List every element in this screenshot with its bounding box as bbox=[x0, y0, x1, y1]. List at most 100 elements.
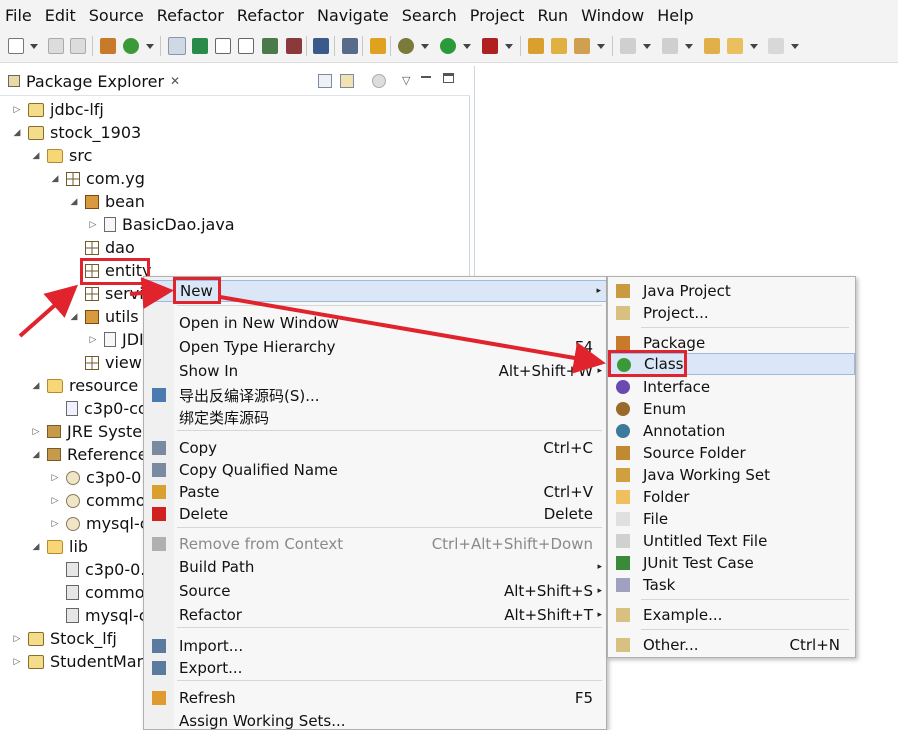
tree-item[interactable]: ▷ c3p0-0.9 bbox=[48, 466, 157, 489]
tree-item[interactable]: c3p0-0.9 bbox=[48, 558, 156, 581]
submenu-item[interactable]: Java Working Set bbox=[608, 464, 855, 486]
submenu-item[interactable]: Java Project bbox=[608, 280, 855, 302]
perspective-icon[interactable] bbox=[262, 38, 278, 54]
context-menu-item[interactable]: Paste Ctrl+V bbox=[144, 481, 606, 503]
tree-item[interactable]: ▷ StudentMana bbox=[10, 650, 157, 673]
menu-project[interactable]: Project bbox=[470, 6, 525, 25]
external-tools-icon[interactable] bbox=[482, 38, 498, 54]
tree-item[interactable]: ◢ Referenced bbox=[29, 443, 158, 466]
menu-help[interactable]: Help bbox=[657, 6, 693, 25]
bug-icon[interactable] bbox=[398, 38, 414, 54]
context-menu-item[interactable]: Refresh F5 bbox=[144, 687, 606, 709]
pen-icon[interactable] bbox=[342, 38, 358, 54]
submenu-item[interactable]: Project... bbox=[608, 302, 855, 324]
submenu-item[interactable]: Enum bbox=[608, 398, 855, 420]
view-menu-icon[interactable]: ▽ bbox=[402, 74, 410, 87]
twisty-icon[interactable]: ▷ bbox=[10, 634, 24, 644]
context-menu-item[interactable]: Remove from Context Ctrl+Alt+Shift+Down bbox=[144, 533, 606, 555]
collapse-all-icon[interactable] bbox=[318, 74, 332, 88]
twisty-icon[interactable]: ▷ bbox=[86, 220, 100, 230]
open-type-icon[interactable] bbox=[528, 38, 544, 54]
context-menu-item[interactable]: Open in New Window bbox=[144, 312, 606, 334]
twisty-icon[interactable]: ◢ bbox=[29, 151, 43, 161]
twisty-icon[interactable]: ▷ bbox=[48, 496, 62, 506]
submenu-item[interactable]: Annotation bbox=[608, 420, 855, 442]
tree-item[interactable]: ▷ mysql-c bbox=[48, 512, 149, 535]
submenu-item[interactable]: File bbox=[608, 508, 855, 530]
tab-package-explorer[interactable]: Package Explorer ✕ bbox=[0, 66, 180, 96]
twisty-icon[interactable]: ▷ bbox=[48, 519, 62, 529]
tree-item[interactable]: ◢ lib bbox=[29, 535, 89, 558]
tree-item[interactable]: dao bbox=[67, 236, 135, 259]
tree-item[interactable]: servic bbox=[67, 282, 152, 305]
info-icon[interactable] bbox=[215, 38, 231, 54]
context-menu-item[interactable]: Copy Ctrl+C bbox=[144, 437, 606, 459]
submenu-item[interactable]: Other... Ctrl+N bbox=[608, 634, 855, 656]
toggle-icon[interactable] bbox=[168, 37, 186, 55]
debug-perspective-icon[interactable] bbox=[286, 38, 302, 54]
new-package-icon[interactable] bbox=[100, 38, 116, 54]
chevron-down-icon[interactable] bbox=[463, 44, 471, 49]
menu-edit[interactable]: Edit bbox=[45, 6, 76, 25]
submenu-item[interactable]: JUnit Test Case bbox=[608, 552, 855, 574]
open-folder-icon[interactable] bbox=[551, 38, 567, 54]
chevron-down-icon[interactable] bbox=[597, 44, 605, 49]
twisty-icon[interactable]: ◢ bbox=[48, 174, 62, 184]
twisty-icon[interactable]: ◢ bbox=[29, 542, 43, 552]
twisty-icon[interactable]: ▷ bbox=[10, 105, 24, 115]
save-icon[interactable] bbox=[48, 38, 64, 54]
chevron-down-icon[interactable] bbox=[643, 44, 651, 49]
maximize-icon[interactable] bbox=[443, 73, 454, 83]
tree-item[interactable]: ◢ stock_1903 bbox=[10, 121, 142, 144]
menu-refactor[interactable]: Refactor bbox=[237, 6, 304, 25]
context-menu-item[interactable]: Refactor Alt+Shift+T ▸ bbox=[144, 604, 606, 626]
save-all-icon[interactable] bbox=[70, 38, 86, 54]
chevron-down-icon[interactable] bbox=[685, 44, 693, 49]
submenu-item[interactable]: Folder bbox=[608, 486, 855, 508]
tree-item[interactable]: ▷ commo bbox=[48, 489, 146, 512]
submenu-item[interactable]: Task bbox=[608, 574, 855, 596]
menu-window[interactable]: Window bbox=[581, 6, 644, 25]
twisty-icon[interactable]: ▷ bbox=[29, 427, 43, 437]
tree-item[interactable]: ◢ bean bbox=[67, 190, 145, 213]
tree-item[interactable]: commo bbox=[48, 581, 145, 604]
link-editor-icon[interactable] bbox=[340, 74, 354, 88]
submenu-item[interactable]: Source Folder bbox=[608, 442, 855, 464]
search-icon[interactable] bbox=[574, 38, 590, 54]
twisty-icon[interactable]: ▷ bbox=[86, 335, 100, 345]
tree-item[interactable]: ▷ JDI bbox=[86, 328, 144, 351]
close-icon[interactable]: ✕ bbox=[170, 74, 180, 88]
console-icon[interactable] bbox=[313, 38, 329, 54]
menu-run[interactable]: Run bbox=[537, 6, 568, 25]
previous-annotation-icon[interactable] bbox=[662, 38, 678, 54]
chevron-down-icon[interactable] bbox=[30, 44, 38, 49]
context-menu-item[interactable]: Build Path ▸ bbox=[144, 556, 606, 578]
twisty-icon[interactable]: ◢ bbox=[29, 381, 43, 391]
twisty-icon[interactable]: ◢ bbox=[67, 197, 81, 207]
menu-source[interactable]: Source bbox=[89, 6, 144, 25]
context-menu-item[interactable]: Show In Alt+Shift+W ▸ bbox=[144, 360, 606, 382]
submenu-item[interactable]: Example... bbox=[608, 604, 855, 626]
last-edit-icon[interactable] bbox=[704, 38, 720, 54]
menu-file[interactable]: File bbox=[5, 6, 32, 25]
new-class-icon[interactable] bbox=[123, 38, 139, 54]
chevron-down-icon[interactable] bbox=[146, 44, 154, 49]
context-menu-item[interactable]: Open Type Hierarchy F4 bbox=[144, 336, 606, 358]
twisty-icon[interactable]: ▷ bbox=[48, 473, 62, 483]
tree-item[interactable]: ◢ src bbox=[29, 144, 93, 167]
tree-item[interactable]: ▷ BasicDao.java bbox=[86, 213, 235, 236]
back-icon[interactable] bbox=[727, 38, 743, 54]
tree-item[interactable]: ◢ utils bbox=[67, 305, 139, 328]
chevron-down-icon[interactable] bbox=[750, 44, 758, 49]
document-icon[interactable] bbox=[238, 38, 254, 54]
context-menu-item[interactable]: Source Alt+Shift+S ▸ bbox=[144, 580, 606, 602]
twisty-icon[interactable]: ◢ bbox=[10, 128, 24, 138]
tree-item[interactable]: mysql-c bbox=[48, 604, 148, 627]
context-menu-item[interactable]: 绑定类库源码 bbox=[144, 406, 606, 428]
tree-item[interactable]: ▷ JRE System bbox=[29, 420, 158, 443]
tree-item[interactable]: view bbox=[67, 351, 142, 374]
context-menu-item[interactable]: 导出反编译源码(S)... bbox=[144, 384, 606, 406]
tree-item[interactable]: ◢ com.yg bbox=[48, 167, 145, 190]
tree-item[interactable]: ◢ resource bbox=[29, 374, 139, 397]
context-menu-item[interactable]: Copy Qualified Name bbox=[144, 459, 606, 481]
